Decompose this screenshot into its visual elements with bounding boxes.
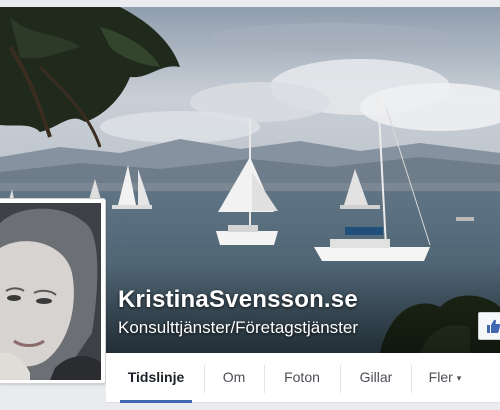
tab-tidslinje[interactable]: Tidslinje (120, 353, 192, 403)
nav-divider (411, 365, 412, 393)
thumbs-up-icon (487, 319, 500, 333)
tab-label: Gillar (359, 369, 393, 385)
nav-divider (204, 365, 205, 393)
tab-label: Foton (284, 369, 320, 385)
page-category[interactable]: Konsulttjänster/Företagstjänster (118, 318, 358, 338)
tab-label: Om (222, 369, 246, 385)
nav-divider (264, 365, 265, 393)
tab-gillar[interactable]: Gillar (342, 353, 410, 403)
tab-fler[interactable]: Fler ▾ (413, 353, 477, 403)
profile-picture-frame[interactable] (0, 198, 106, 384)
tab-foton[interactable]: Foton (266, 353, 338, 403)
caret-down-icon: ▾ (456, 373, 462, 383)
tab-label: Fler (428, 369, 453, 385)
nav-divider (340, 365, 341, 393)
avatar (0, 203, 101, 380)
profile-photo (0, 203, 101, 380)
tab-om[interactable]: Om (206, 353, 262, 403)
like-button[interactable] (478, 312, 500, 340)
tab-label: Tidslinje (127, 369, 185, 385)
page-title[interactable]: KristinaSvensson.se (118, 286, 358, 314)
page-nav-bar: Tidslinje Om Foton Gillar Fler ▾ (106, 353, 500, 403)
